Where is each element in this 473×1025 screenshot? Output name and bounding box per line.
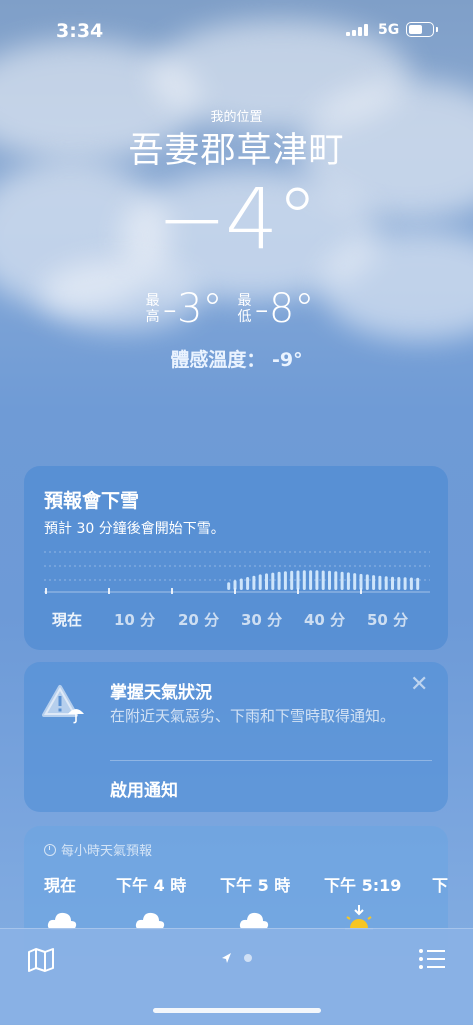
time-label-40: 40 分 — [304, 611, 346, 629]
precip-bar — [296, 570, 300, 590]
precip-bar — [372, 575, 376, 590]
feels-like: 體感溫度： -9° — [170, 349, 303, 371]
time-label-30: 30 分 — [241, 611, 283, 629]
enable-notifications-button[interactable]: 啟用通知 — [110, 776, 178, 801]
precip-bar — [346, 572, 350, 590]
precip-bar — [328, 570, 331, 590]
precip-bar — [321, 570, 325, 590]
notification-card: 掌握天氣狀況 在附近天氣惡劣、下雨和下雪時取得通知。 ✕ 啟用通知 — [24, 662, 448, 812]
time-label-50: 50 分 — [367, 611, 409, 629]
precip-bar — [340, 571, 344, 590]
low-temperature: -8° — [254, 286, 315, 332]
high-label: 最高 — [145, 293, 160, 325]
precip-bar — [277, 571, 281, 590]
precip-bar — [290, 570, 294, 590]
status-bar: 3:34 5G — [0, 0, 473, 60]
hour-label: 下午 4 時 — [116, 876, 187, 895]
precip-bar — [283, 571, 287, 590]
precip-bar — [252, 575, 256, 590]
precip-bar — [384, 576, 388, 590]
precip-bar — [233, 580, 237, 590]
list-icon[interactable] — [418, 947, 446, 971]
precip-bar — [309, 570, 313, 590]
hourly-heading-label: 每小時天氣預報 — [61, 844, 153, 859]
precip-bar — [246, 577, 250, 590]
close-icon[interactable]: ✕ — [410, 672, 428, 697]
precip-bar — [227, 582, 231, 590]
page-indicator[interactable] — [220, 951, 260, 967]
battery-tip — [436, 27, 438, 32]
time-label-10: 10 分 — [114, 611, 156, 629]
divider — [110, 760, 432, 761]
precip-bar — [271, 572, 275, 590]
precip-bar — [239, 578, 243, 590]
hour-label: 下午 5 時 — [220, 876, 291, 895]
page-dot — [244, 954, 252, 962]
city-name: 吾妻郡草津町 — [128, 131, 345, 171]
precip-bar — [334, 571, 338, 590]
severe-weather-warning-icon — [42, 685, 84, 724]
precip-bar — [353, 573, 357, 590]
precip-bar — [403, 577, 407, 590]
hour-label: 下 — [432, 876, 449, 895]
clock-icon — [44, 844, 56, 856]
hour-label: 現在 — [44, 876, 77, 895]
hourly-heading: 每小時天氣預報 — [44, 840, 152, 859]
high-temperature: -3° — [162, 286, 223, 332]
precip-subtitle: 預計 30 分鐘後會開始下雪。 — [44, 521, 225, 537]
low-label: 最低 — [237, 293, 252, 325]
hour-label: 下午 5:19 — [324, 876, 402, 895]
precip-time-axis: 現在 10 分 20 分 30 分 40 分 50 分 — [44, 609, 434, 631]
precip-bar — [359, 573, 363, 590]
precipitation-card[interactable]: 預報會下雪 預計 30 分鐘後會開始下雪。 現在 10 分 20 分 30 分 … — [24, 466, 448, 650]
precip-bar — [365, 574, 369, 590]
current-temperature: −4° — [156, 170, 319, 268]
cellular-signal-icon — [346, 24, 372, 36]
precip-title: 預報會下雪 — [44, 490, 140, 512]
location-arrow-icon — [222, 953, 231, 963]
precip-bar — [378, 575, 382, 590]
time-label-20: 20 分 — [178, 611, 220, 629]
precip-bar — [315, 570, 319, 590]
time-label-now: 現在 — [52, 611, 83, 629]
precip-bar — [397, 577, 401, 590]
precip-bar — [416, 577, 420, 590]
precip-bar — [265, 573, 268, 590]
precip-bar — [391, 576, 394, 590]
status-time: 3:34 — [56, 20, 104, 42]
home-indicator[interactable] — [153, 1008, 321, 1013]
map-icon[interactable] — [27, 947, 55, 973]
precip-bar — [409, 577, 413, 590]
notification-title: 掌握天氣狀況 — [110, 683, 212, 703]
high-low: 最高 -3° 最低 -8° — [0, 286, 473, 332]
battery-icon — [406, 22, 434, 37]
precip-bar — [258, 574, 262, 590]
precipitation-chart — [44, 551, 430, 594]
network-type: 5G — [378, 22, 400, 38]
notification-body: 在附近天氣惡劣、下雨和下雪時取得通知。 — [110, 707, 396, 725]
precip-bar — [302, 570, 306, 590]
